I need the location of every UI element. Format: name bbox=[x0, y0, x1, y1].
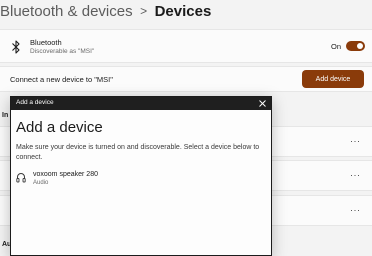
chevron-right-icon: > bbox=[140, 4, 148, 18]
headphones-icon bbox=[16, 173, 26, 183]
add-device-dialog: Add a device Add a device Make sure your… bbox=[10, 96, 272, 256]
connect-device-card: Connect a new device to "MSI" Add device bbox=[0, 66, 372, 92]
bluetooth-title: Bluetooth bbox=[30, 38, 62, 47]
bluetooth-toggle[interactable] bbox=[346, 41, 365, 51]
breadcrumb: Bluetooth & devices > Devices bbox=[0, 0, 211, 24]
breadcrumb-parent[interactable]: Bluetooth & devices bbox=[0, 3, 133, 20]
more-options-icon[interactable]: ··· bbox=[350, 136, 361, 146]
dialog-window-title: Add a device bbox=[16, 99, 54, 106]
device-list-item[interactable]: voxoom speaker 280 Audio bbox=[11, 169, 271, 191]
bluetooth-state-label: On bbox=[331, 42, 342, 51]
bluetooth-card: Bluetooth Discoverable as "MSI" On bbox=[0, 29, 372, 63]
add-device-button[interactable]: Add device bbox=[302, 70, 364, 88]
page-title: Devices bbox=[154, 2, 212, 20]
more-options-icon[interactable]: ··· bbox=[350, 170, 361, 180]
dialog-description: Make sure your device is turned on and d… bbox=[16, 144, 260, 161]
connect-device-label: Connect a new device to "MSI" bbox=[10, 75, 113, 84]
device-name: voxoom speaker 280 bbox=[33, 171, 98, 178]
bluetooth-subtitle: Discoverable as "MSI" bbox=[30, 48, 95, 55]
bluetooth-icon bbox=[12, 40, 20, 54]
close-icon[interactable] bbox=[256, 97, 268, 110]
more-options-icon[interactable]: ··· bbox=[350, 205, 361, 215]
device-type: Audio bbox=[33, 180, 49, 186]
dialog-heading: Add a device bbox=[16, 119, 103, 136]
dialog-titlebar: Add a device bbox=[11, 97, 271, 110]
section-heading: In bbox=[2, 112, 9, 119]
